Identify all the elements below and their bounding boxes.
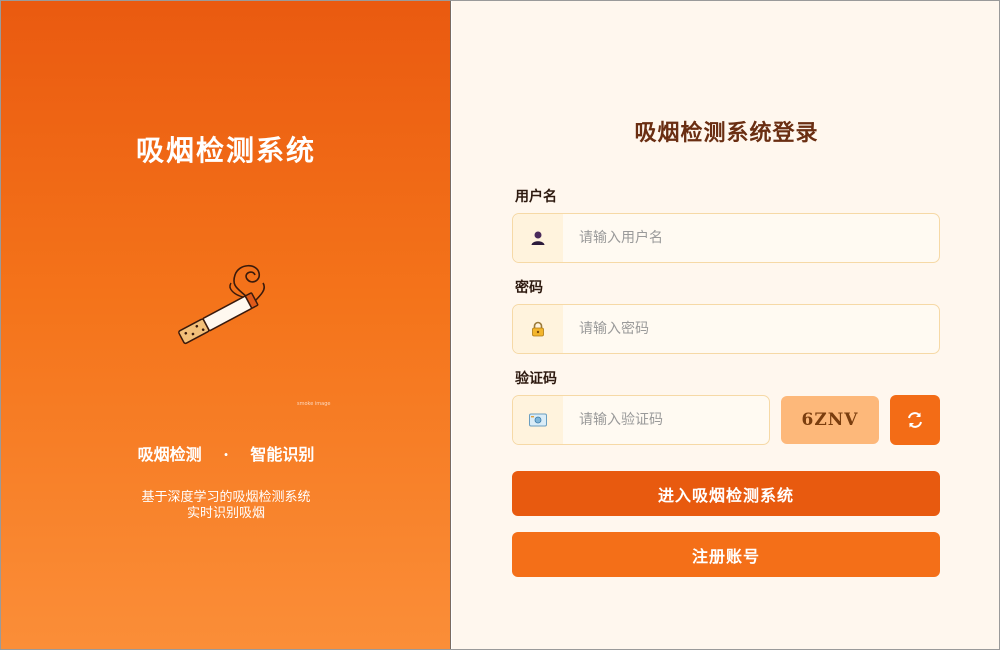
- register-button[interactable]: 注册账号: [512, 532, 940, 577]
- login-window: 吸烟检测系统 smoke image 吸烟检测 · 智能识别 基于深度学习的吸烟…: [0, 0, 1000, 650]
- captcha-label: 验证码: [515, 371, 557, 387]
- captcha-image[interactable]: 6ZNV: [781, 396, 879, 444]
- username-field[interactable]: [512, 213, 940, 263]
- tagline-left: 吸烟检测: [137, 445, 202, 464]
- cigarette-illustration: [178, 264, 266, 345]
- password-field[interactable]: [512, 304, 940, 354]
- tagline-separator: ·: [223, 445, 229, 464]
- password-label: 密码: [515, 280, 543, 296]
- refresh-icon: [908, 412, 922, 428]
- description-line-2: 实时识别吸烟: [186, 506, 265, 521]
- tagline: 吸烟检测 · 智能识别: [1, 441, 451, 465]
- refresh-captcha-button[interactable]: [890, 395, 940, 445]
- description-line-1: 基于深度学习的吸烟检测系统: [141, 490, 311, 505]
- username-label: 用户名: [515, 189, 557, 205]
- description: 基于深度学习的吸烟检测系统 实时识别吸烟: [1, 490, 451, 522]
- captcha-field[interactable]: [512, 395, 770, 445]
- brand-title: 吸烟检测系统: [135, 134, 316, 167]
- brand-panel: 吸烟检测系统 smoke image 吸烟检测 · 智能识别 基于深度学习的吸烟…: [1, 1, 451, 649]
- captcha-input[interactable]: [563, 397, 769, 443]
- id-card-icon: [513, 396, 563, 444]
- login-title: 吸烟检测系统登录: [634, 120, 819, 146]
- user-icon: [513, 214, 563, 262]
- tagline-right: 智能识别: [250, 445, 315, 464]
- login-panel: 吸烟检测系统登录 用户名 密码 验: [452, 1, 999, 649]
- illustration-caption: smoke image: [297, 401, 331, 407]
- username-input[interactable]: [563, 215, 939, 261]
- login-button[interactable]: 进入吸烟检测系统: [512, 471, 940, 516]
- lock-icon: [513, 305, 563, 353]
- password-input[interactable]: [563, 306, 939, 352]
